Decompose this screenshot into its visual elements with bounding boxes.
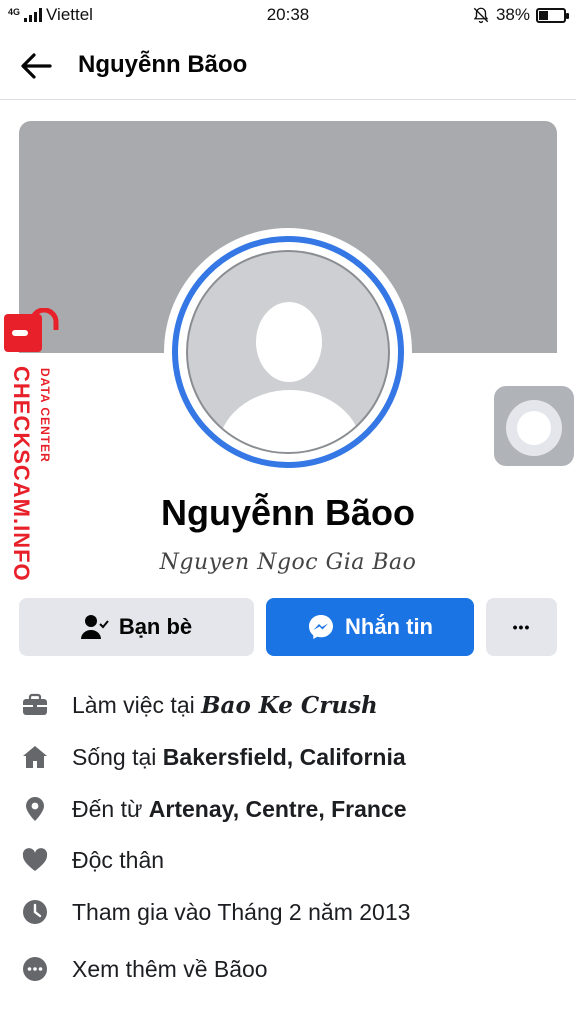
story-ring — [172, 236, 404, 468]
avatar — [186, 250, 390, 454]
avatar-head-silhouette — [256, 302, 322, 382]
from-place[interactable]: Artenay, Centre, France — [149, 796, 407, 822]
status-bar: 4G Viettel 20:38 38% — [0, 0, 576, 30]
see-more-about-text: Xem thêm về Bãoo — [72, 956, 268, 982]
relationship-item: Độc thân — [0, 839, 576, 879]
more-dots-icon: ••• — [512, 619, 531, 635]
friends-button-label: Bạn bè — [118, 614, 193, 639]
profile-picture[interactable] — [164, 228, 412, 476]
battery-icon — [536, 7, 569, 23]
bell-off-icon — [473, 7, 489, 24]
lives-in-text: Sống tại Bakersfield, California — [72, 744, 406, 771]
user-check-icon — [80, 615, 109, 639]
relationship-text: Độc thân — [72, 847, 165, 873]
from-item: Đến từ Artenay, Centre, France — [0, 788, 576, 828]
status-right: 38% — [472, 5, 569, 25]
see-more-about-item[interactable]: Xem thêm về Bãoo — [0, 948, 576, 988]
from-text: Đến từ Artenay, Centre, France — [72, 796, 407, 823]
more-dots-icon — [23, 957, 47, 981]
watermark-subtitle: DATA CENTER — [38, 368, 52, 463]
briefcase-icon — [23, 693, 47, 715]
alternate-name: Nguyen Ngoc Gia Bao — [159, 550, 417, 575]
work-text: Làm việc tại Bao Ke Crush — [72, 692, 378, 719]
work-item: Làm việc tại Bao Ke Crush — [0, 684, 576, 724]
back-button[interactable] — [18, 49, 58, 83]
joined-text: Tham gia vào Tháng 2 năm 2013 — [72, 899, 411, 925]
more-options-button[interactable]: ••• — [486, 598, 557, 656]
battery-fill — [539, 10, 548, 20]
work-place[interactable]: Bao Ke Crush — [201, 692, 378, 719]
clock-icon — [23, 900, 47, 924]
heart-icon — [22, 848, 48, 871]
arrow-left-icon — [21, 53, 52, 79]
page-title: Nguyễnn Bãoo — [78, 51, 248, 78]
top-bar: Nguyễnn Bãoo — [0, 32, 576, 100]
home-icon — [23, 746, 47, 768]
message-button[interactable]: Nhắn tin — [266, 598, 474, 656]
from-prefix: Đến từ — [72, 796, 149, 822]
message-button-label: Nhắn tin — [345, 614, 433, 639]
assistive-touch-icon — [506, 400, 562, 456]
joined-item: Tham gia vào Tháng 2 năm 2013 — [0, 891, 576, 931]
watermark: CHECKSCAM.INFO DATA CENTER — [0, 308, 64, 588]
profile-name: Nguyễnn Bãoo — [160, 492, 415, 533]
messenger-icon — [309, 615, 333, 639]
location-pin-icon — [26, 797, 44, 821]
work-prefix: Làm việc tại — [72, 692, 202, 718]
lock-icon — [4, 308, 59, 352]
battery-percent: 38% — [495, 5, 530, 24]
friends-button[interactable]: Bạn bè — [19, 598, 254, 656]
lives-in-prefix: Sống tại — [72, 744, 163, 770]
lives-in-place[interactable]: Bakersfield, California — [163, 744, 406, 770]
avatar-body-silhouette — [218, 390, 362, 452]
floating-action-button[interactable] — [494, 386, 574, 466]
lives-in-item: Sống tại Bakersfield, California — [0, 736, 576, 776]
